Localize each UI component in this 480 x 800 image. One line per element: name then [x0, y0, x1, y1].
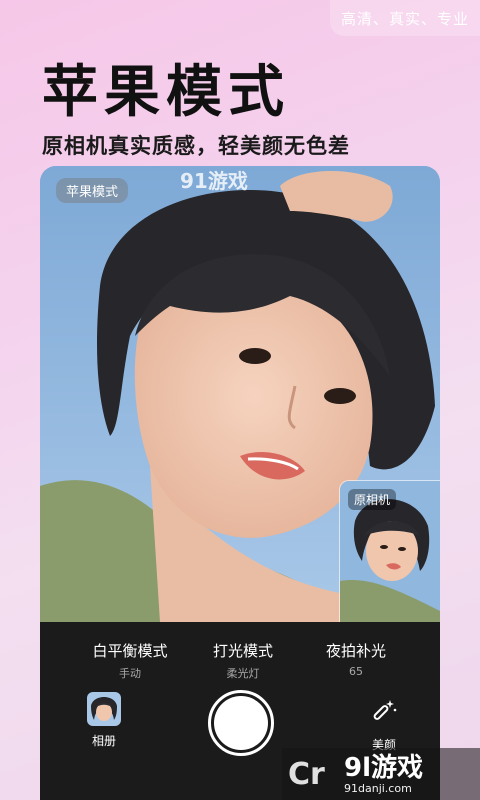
tagline: 高清、真实、专业 — [330, 0, 480, 36]
page-title: 苹果模式 — [42, 60, 290, 125]
lighting-mode-button[interactable]: 打光模式 柔光灯 — [183, 640, 303, 681]
original-camera-pip[interactable]: 原相机 — [339, 480, 440, 623]
mode-name: 打光模式 — [212, 642, 273, 660]
camera-preview-card: 91游戏 苹果模式 原相机 白平衡模式 手动 打光模式 柔光灯 夜拍补光 65 — [40, 166, 440, 800]
mode-name: 夜拍补光 — [325, 642, 386, 660]
album-thumbnail — [87, 692, 121, 726]
mode-name: 白平衡模式 — [92, 642, 168, 660]
cr-logo-icon: Cr — [288, 756, 325, 792]
white-balance-mode-button[interactable]: 白平衡模式 手动 — [70, 640, 190, 681]
shutter-icon — [214, 696, 268, 750]
beauty-button[interactable]: 美颜 — [362, 696, 406, 753]
pip-label: 原相机 — [348, 489, 397, 510]
magic-wand-icon — [373, 700, 397, 720]
page-subtitle: 原相机真实质感，轻美颜无色差 — [42, 134, 350, 158]
mode-badge: 苹果模式 — [56, 178, 129, 203]
watermark-url: 91danji.com — [344, 781, 412, 795]
album-label: 相册 — [91, 734, 116, 748]
site-watermark: Cr 9l游戏 91danji.com — [282, 748, 480, 800]
photo-brand-overlay: 91游戏 — [180, 169, 248, 193]
night-fill-light-button[interactable]: 夜拍补光 65 — [296, 640, 416, 678]
mode-value: 手动 — [119, 667, 141, 680]
watermark-brand: 9l游戏 — [344, 752, 424, 783]
mode-value: 65 — [349, 665, 363, 678]
album-button[interactable]: 相册 — [84, 692, 124, 749]
shutter-button[interactable] — [208, 690, 274, 756]
mode-value: 柔光灯 — [226, 667, 260, 680]
